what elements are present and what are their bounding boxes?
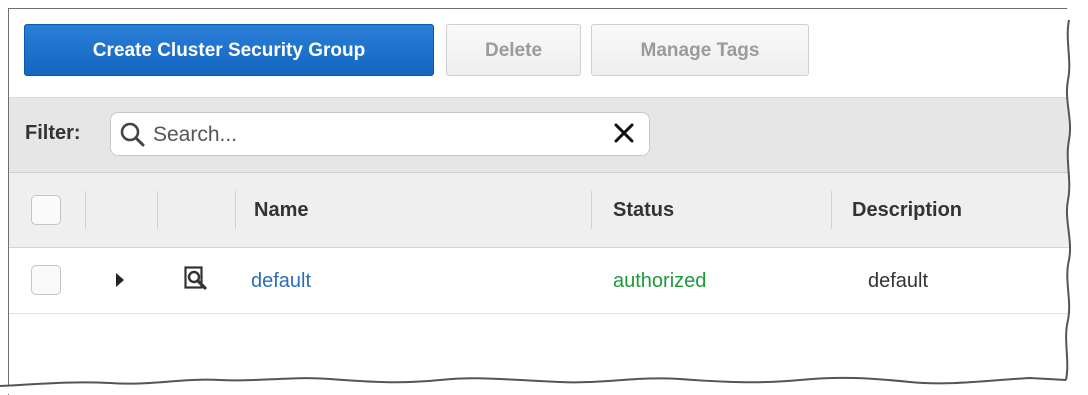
torn-edge-decoration: [0, 0, 1088, 394]
